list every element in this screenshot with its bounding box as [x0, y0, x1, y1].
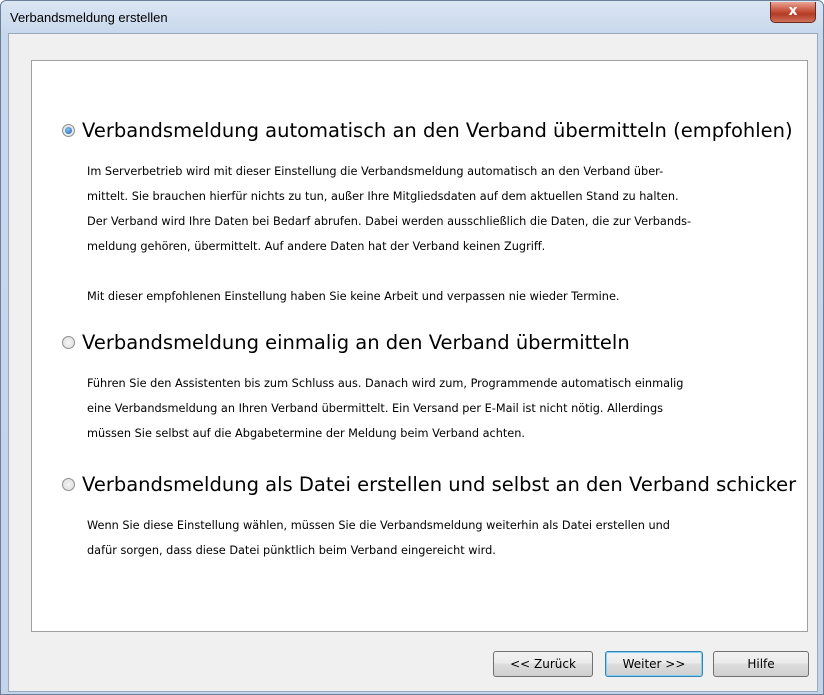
window-title: Verbandsmeldung erstellen: [10, 10, 168, 25]
dialog-client-area: Verbandsmeldung automatisch an den Verba…: [8, 33, 818, 692]
description-line: dafür sorgen, dass diese Datei pünktlich…: [87, 544, 496, 557]
description-line: müssen Sie selbst auf die Abgabetermine …: [87, 427, 526, 440]
description-line: meldung gehören, übermittelt. Auf andere…: [87, 240, 546, 253]
description-line: eine Verbandsmeldung an Ihren Verband üb…: [87, 402, 664, 415]
help-button[interactable]: Hilfe: [713, 651, 809, 677]
close-icon: x: [788, 3, 798, 19]
description-line: Mit dieser empfohlenen Einstellung haben…: [87, 290, 620, 303]
option-file-label[interactable]: Verbandsmeldung als Datei erstellen und …: [82, 473, 796, 496]
description-line: Wenn Sie diese Einstellung wählen, müsse…: [87, 519, 670, 532]
option-once-description: Führen Sie den Assistenten bis zum Schlu…: [87, 371, 787, 446]
back-button[interactable]: << Zurück: [493, 651, 593, 677]
title-bar[interactable]: Verbandsmeldung erstellen x: [1, 1, 823, 35]
next-button[interactable]: Weiter >>: [605, 651, 703, 677]
radio-file[interactable]: [62, 478, 75, 491]
description-line: mittelt. Sie brauchen hierfür nichts zu …: [87, 190, 679, 203]
radio-once[interactable]: [62, 336, 75, 349]
description-line: Der Verband wird Ihre Daten bei Bedarf a…: [87, 215, 692, 228]
options-panel: Verbandsmeldung automatisch an den Verba…: [31, 60, 808, 632]
close-button[interactable]: x: [770, 2, 816, 23]
option-automatic-label[interactable]: Verbandsmeldung automatisch an den Verba…: [82, 119, 793, 142]
description-spacer: [87, 259, 787, 284]
dialog-window: Verbandsmeldung erstellen x Verbandsmeld…: [0, 0, 824, 695]
radio-automatic[interactable]: [62, 124, 75, 137]
option-automatic-description: Im Serverbetrieb wird mit dieser Einstel…: [87, 159, 787, 309]
description-line: Führen Sie den Assistenten bis zum Schlu…: [87, 377, 684, 390]
description-line: Im Serverbetrieb wird mit dieser Einstel…: [87, 165, 664, 178]
option-once-label[interactable]: Verbandsmeldung einmalig an den Verband …: [82, 331, 630, 354]
option-file-description: Wenn Sie diese Einstellung wählen, müsse…: [87, 513, 787, 563]
